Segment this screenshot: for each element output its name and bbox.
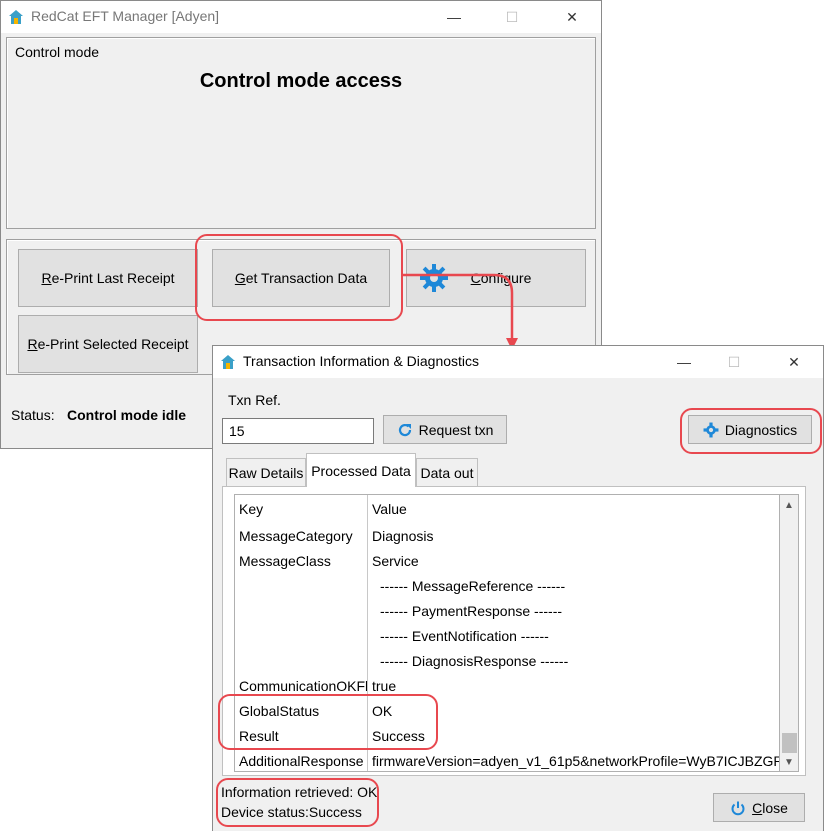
connector-arrow [402,273,518,350]
grid-key: MessageCategory [239,528,353,544]
device-status-text: Device status:Success [221,804,362,820]
grid-key: Result [239,728,279,744]
status-value: Control mode idle [67,407,186,423]
grid-value: firmwareVersion=adyen_v1_61p5&networkPro… [372,753,780,769]
dialog-title: Transaction Information & Diagnostics [243,353,480,369]
close-mnemonic: C [752,799,763,816]
main-titlebar[interactable]: RedCat EFT Manager [Adyen] — ☐ ✕ [1,1,601,33]
grid-value: OK [372,703,393,719]
dialog-titlebar[interactable]: Transaction Information & Diagnostics — … [213,346,823,378]
grid-header-value: Value [372,501,407,517]
txn-ref-input[interactable] [222,418,374,444]
grid-key: AdditionalResponse [239,753,364,769]
get-txn-mnemonic: G [234,270,246,286]
close-button[interactable]: ✕ [549,1,595,33]
grid-value: Diagnosis [372,528,434,544]
reprint-last-receipt-button[interactable]: Re-Print Last Receipt [18,249,198,307]
dialog-minimize-button[interactable]: — [661,346,707,378]
get-txn-label: et Transaction Data [245,270,368,286]
close-button[interactable]: Close [713,793,805,822]
status-label: Status: [11,407,55,423]
reprint-selected-mnemonic: R [27,336,38,352]
grid-key: CommunicationOKFlag [239,678,367,694]
tab-raw-details[interactable]: Raw Details [226,458,306,486]
diagnostics-label: Diagnostics [724,421,798,438]
reprint-last-mnemonic: R [41,270,52,286]
grid-value: ------ MessageReference ------ [380,578,566,594]
main-window-title: RedCat EFT Manager [Adyen] [31,8,220,24]
grid-column-divider [367,495,368,771]
grid-value: Service [372,553,419,569]
control-mode-label: Control mode [15,44,100,60]
reprint-selected-label: e-Print Selected Receipt [37,336,189,352]
grid-value: ------ DiagnosisResponse ------ [380,653,569,669]
grid-value: true [372,678,397,694]
get-transaction-data-button[interactable]: Get Transaction Data [212,249,390,307]
reprint-selected-receipt-button[interactable]: Re-Print Selected Receipt [18,315,198,373]
scroll-up-icon[interactable]: ▲ [780,497,798,514]
grid-scrollbar[interactable]: ▲ ▼ [780,494,799,772]
maximize-button[interactable]: ☐ [489,1,535,33]
request-txn-button[interactable]: Request txn [383,415,507,444]
scroll-down-icon[interactable]: ▼ [780,754,798,771]
app-icon [9,10,23,24]
grid-header-key: Key [239,501,264,517]
processed-data-grid[interactable]: Key Value MessageCategory Diagnosis Mess… [234,494,780,772]
tab-data-out[interactable]: Data out [416,458,478,486]
minimize-button[interactable]: — [431,1,477,33]
tab-processed-data[interactable]: Processed Data [306,453,416,487]
txn-ref-label: Txn Ref. [228,392,281,408]
control-mode-heading: Control mode access [199,70,403,92]
grid-key: GlobalStatus [239,703,320,719]
scroll-thumb[interactable] [782,733,797,753]
grid-value: ------ EventNotification ------ [380,628,549,644]
reprint-last-label: e-Print Last Receipt [51,270,175,286]
dialog-app-icon [221,355,235,369]
grid-value: ------ PaymentResponse ------ [380,603,563,619]
grid-key: MessageClass [239,553,331,569]
request-txn-label: Request txn [418,421,494,438]
refresh-icon [398,423,411,436]
dialog-maximize-button[interactable]: ☐ [711,346,757,378]
grid-value: Success [372,728,425,744]
close-label: lose [762,799,788,816]
diagnostics-button[interactable]: Diagnostics [688,415,812,444]
info-retrieved-text: Information retrieved: OK [221,784,378,800]
control-mode-group: Control mode Control mode access [6,37,596,229]
power-icon [731,801,745,815]
diagnostics-gear-icon [703,422,719,437]
dialog-close-x-button[interactable]: ✕ [771,346,817,378]
